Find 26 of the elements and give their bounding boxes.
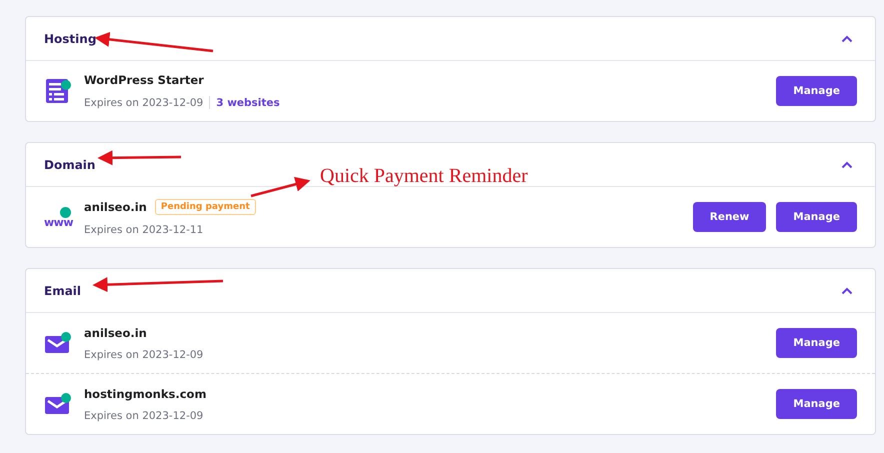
action-button[interactable]: Manage: [776, 76, 857, 106]
action-button[interactable]: Renew: [692, 202, 766, 232]
chevron-up-icon[interactable]: [841, 34, 853, 42]
chevron-up-icon[interactable]: [841, 286, 853, 294]
item-name: anilseo.in: [84, 200, 147, 214]
action-button[interactable]: Manage: [776, 328, 857, 358]
arrow: [250, 176, 310, 198]
chevron-up-icon[interactable]: [841, 160, 853, 168]
server-list-icon: [44, 77, 72, 105]
expiry-date: Expires on 2023-12-09: [84, 410, 204, 422]
item-name: anilseo.in: [84, 326, 147, 340]
expiry-date: Expires on 2023-12-09: [84, 96, 204, 108]
item-name: WordPress Starter: [84, 73, 204, 87]
annotation-text: Quick Payment Reminder: [320, 165, 528, 188]
section-title: Domain: [44, 158, 96, 172]
envelope-icon: [44, 331, 72, 355]
action-button[interactable]: Manage: [776, 202, 857, 232]
item-name: hostingmonks.com: [84, 386, 206, 400]
status-badge: Pending payment: [154, 198, 256, 214]
expiry-date: Expires on 2023-12-11: [84, 224, 204, 236]
websites-link[interactable]: 3 websites: [216, 96, 280, 108]
expiry-date: Expires on 2023-12-09: [84, 348, 204, 360]
section-title: Hosting: [44, 32, 96, 46]
action-button[interactable]: Manage: [776, 389, 857, 419]
envelope-icon: [44, 392, 72, 416]
section-title: Email: [44, 284, 82, 298]
